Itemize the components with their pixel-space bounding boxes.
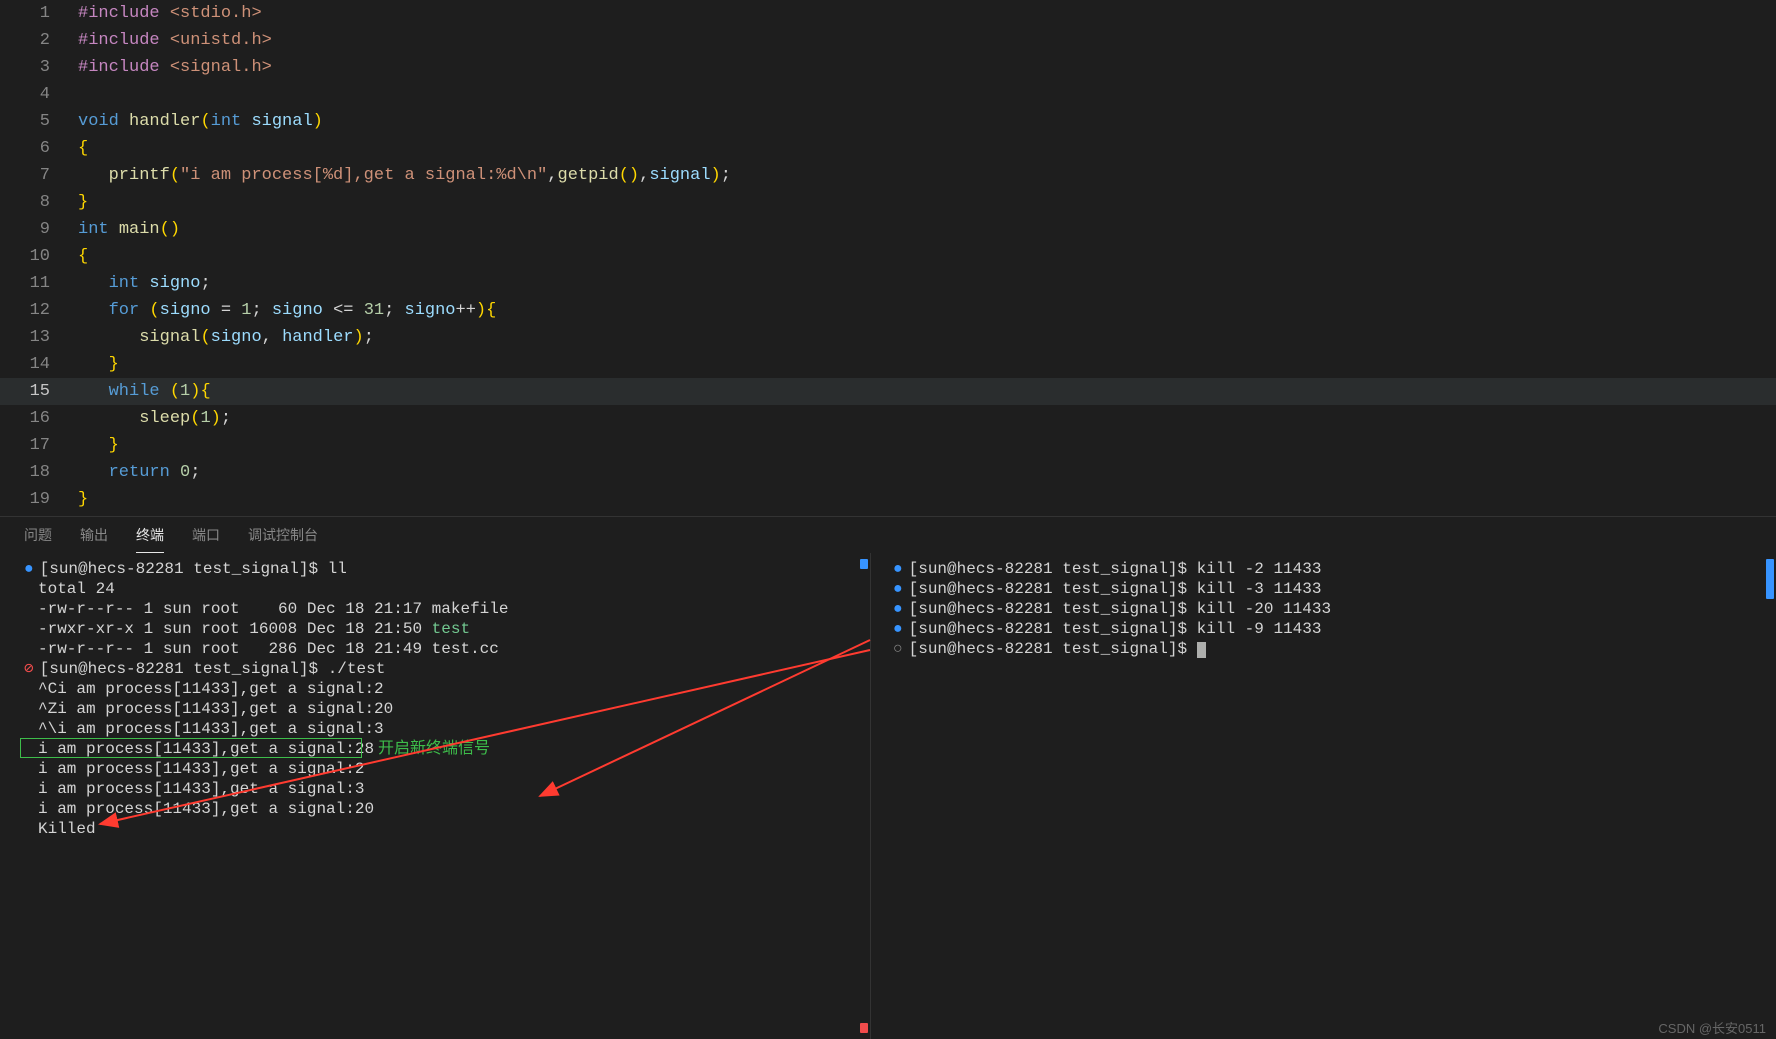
terminal-line: i am process[11433],get a signal:3 [24, 779, 870, 799]
code-content[interactable]: sleep(1); [78, 405, 231, 432]
line-number: 10 [0, 243, 78, 270]
panel-tabs: 问题输出终端端口调试控制台 [0, 517, 1776, 553]
line-number: 8 [0, 189, 78, 216]
line-number: 12 [0, 297, 78, 324]
code-content[interactable]: return 0; [78, 459, 200, 486]
line-number: 9 [0, 216, 78, 243]
terminal-line: i am process[11433],get a signal:2 [24, 759, 870, 779]
code-line[interactable]: 10{ [0, 243, 1776, 270]
code-line[interactable]: 2#include <unistd.h> [0, 27, 1776, 54]
terminal-line: ●[sun@hecs-82281 test_signal]$ kill -9 1… [893, 619, 1776, 639]
code-content[interactable]: { [78, 243, 88, 270]
terminal-line: i am process[11433],get a signal:20 [24, 799, 870, 819]
code-content[interactable]: int signo; [78, 270, 211, 297]
code-content[interactable]: while (1){ [78, 378, 211, 405]
terminal-line: ●[sun@hecs-82281 test_signal]$ kill -3 1… [893, 579, 1776, 599]
terminal-line: ^Ci am process[11433],get a signal:2 [24, 679, 870, 699]
terminal-line: ^\i am process[11433],get a signal:3 [24, 719, 870, 739]
scroll-markers-right [1762, 553, 1776, 1039]
terminal-line: ●[sun@hecs-82281 test_signal]$ kill -20 … [893, 599, 1776, 619]
terminal-line: -rwxr-xr-x 1 sun root 16008 Dec 18 21:50… [24, 619, 870, 639]
code-line[interactable]: 1#include <stdio.h> [0, 0, 1776, 27]
code-line[interactable]: 7 printf("i am process[%d],get a signal:… [0, 162, 1776, 189]
code-line[interactable]: 18 return 0; [0, 459, 1776, 486]
code-content[interactable]: } [78, 432, 119, 459]
line-number: 19 [0, 486, 78, 513]
code-content[interactable]: #include <signal.h> [78, 54, 272, 81]
line-number: 16 [0, 405, 78, 432]
line-number: 3 [0, 54, 78, 81]
terminal-split: ●[sun@hecs-82281 test_signal]$ lltotal 2… [0, 553, 1776, 1039]
line-number: 17 [0, 432, 78, 459]
code-line[interactable]: 9int main() [0, 216, 1776, 243]
code-line[interactable]: 13 signal(signo, handler); [0, 324, 1776, 351]
code-line[interactable]: 4 [0, 81, 1776, 108]
terminal-line: total 24 [24, 579, 870, 599]
code-line[interactable]: 11 int signo; [0, 270, 1776, 297]
code-line[interactable]: 16 sleep(1); [0, 405, 1776, 432]
code-content[interactable]: } [78, 486, 88, 513]
line-number: 1 [0, 0, 78, 27]
bottom-panel: 问题输出终端端口调试控制台 ●[sun@hecs-82281 test_sign… [0, 516, 1776, 1039]
code-line[interactable]: 14 } [0, 351, 1776, 378]
terminal-line: Killed [24, 819, 870, 839]
line-number: 11 [0, 270, 78, 297]
code-editor[interactable]: 1#include <stdio.h>2#include <unistd.h>3… [0, 0, 1776, 516]
terminal-line: ○[sun@hecs-82281 test_signal]$ [893, 639, 1776, 659]
panel-tab[interactable]: 调试控制台 [248, 525, 318, 553]
code-line[interactable]: 17 } [0, 432, 1776, 459]
line-number: 14 [0, 351, 78, 378]
terminal-left[interactable]: ●[sun@hecs-82281 test_signal]$ lltotal 2… [0, 553, 870, 1039]
code-line[interactable]: 12 for (signo = 1; signo <= 31; signo++)… [0, 297, 1776, 324]
panel-tab[interactable]: 输出 [80, 525, 108, 553]
terminal-line: ●[sun@hecs-82281 test_signal]$ ll [24, 559, 870, 579]
line-number: 18 [0, 459, 78, 486]
code-content[interactable]: #include <unistd.h> [78, 27, 272, 54]
panel-tab[interactable]: 终端 [136, 525, 164, 553]
code-content[interactable]: for (signo = 1; signo <= 31; signo++){ [78, 297, 496, 324]
terminal-line: -rw-r--r-- 1 sun root 286 Dec 18 21:49 t… [24, 639, 870, 659]
code-content[interactable]: signal(signo, handler); [78, 324, 374, 351]
code-content[interactable]: printf("i am process[%d],get a signal:%d… [78, 162, 731, 189]
terminal-line: -rw-r--r-- 1 sun root 60 Dec 18 21:17 ma… [24, 599, 870, 619]
cursor [1197, 642, 1206, 658]
terminal-line: ●[sun@hecs-82281 test_signal]$ kill -2 1… [893, 559, 1776, 579]
scroll-markers-left [856, 553, 870, 1039]
line-number: 7 [0, 162, 78, 189]
line-number: 6 [0, 135, 78, 162]
code-line[interactable]: 15 while (1){ [0, 378, 1776, 405]
code-line[interactable]: 19} [0, 486, 1776, 513]
panel-tab[interactable]: 问题 [24, 525, 52, 553]
code-line[interactable]: 8} [0, 189, 1776, 216]
code-content[interactable]: } [78, 351, 119, 378]
line-number: 5 [0, 108, 78, 135]
line-number: 2 [0, 27, 78, 54]
line-number: 4 [0, 81, 78, 108]
code-line[interactable]: 5void handler(int signal) [0, 108, 1776, 135]
line-number: 13 [0, 324, 78, 351]
code-line[interactable]: 6{ [0, 135, 1776, 162]
panel-tab[interactable]: 端口 [192, 525, 220, 553]
line-number: 15 [0, 378, 78, 405]
code-content[interactable]: #include <stdio.h> [78, 0, 262, 27]
code-content[interactable]: int main() [78, 216, 180, 243]
code-content[interactable]: { [78, 135, 88, 162]
terminal-right[interactable]: ●[sun@hecs-82281 test_signal]$ kill -2 1… [870, 553, 1776, 1039]
terminal-line: ⊘[sun@hecs-82281 test_signal]$ ./test [24, 659, 870, 679]
code-content[interactable]: void handler(int signal) [78, 108, 323, 135]
watermark: CSDN @长安0511 [1658, 1018, 1766, 1037]
code-line[interactable]: 3#include <signal.h> [0, 54, 1776, 81]
annotation-label: 开启新终端信号 [378, 739, 490, 759]
code-content[interactable]: } [78, 189, 88, 216]
terminal-line: ^Zi am process[11433],get a signal:20 [24, 699, 870, 719]
